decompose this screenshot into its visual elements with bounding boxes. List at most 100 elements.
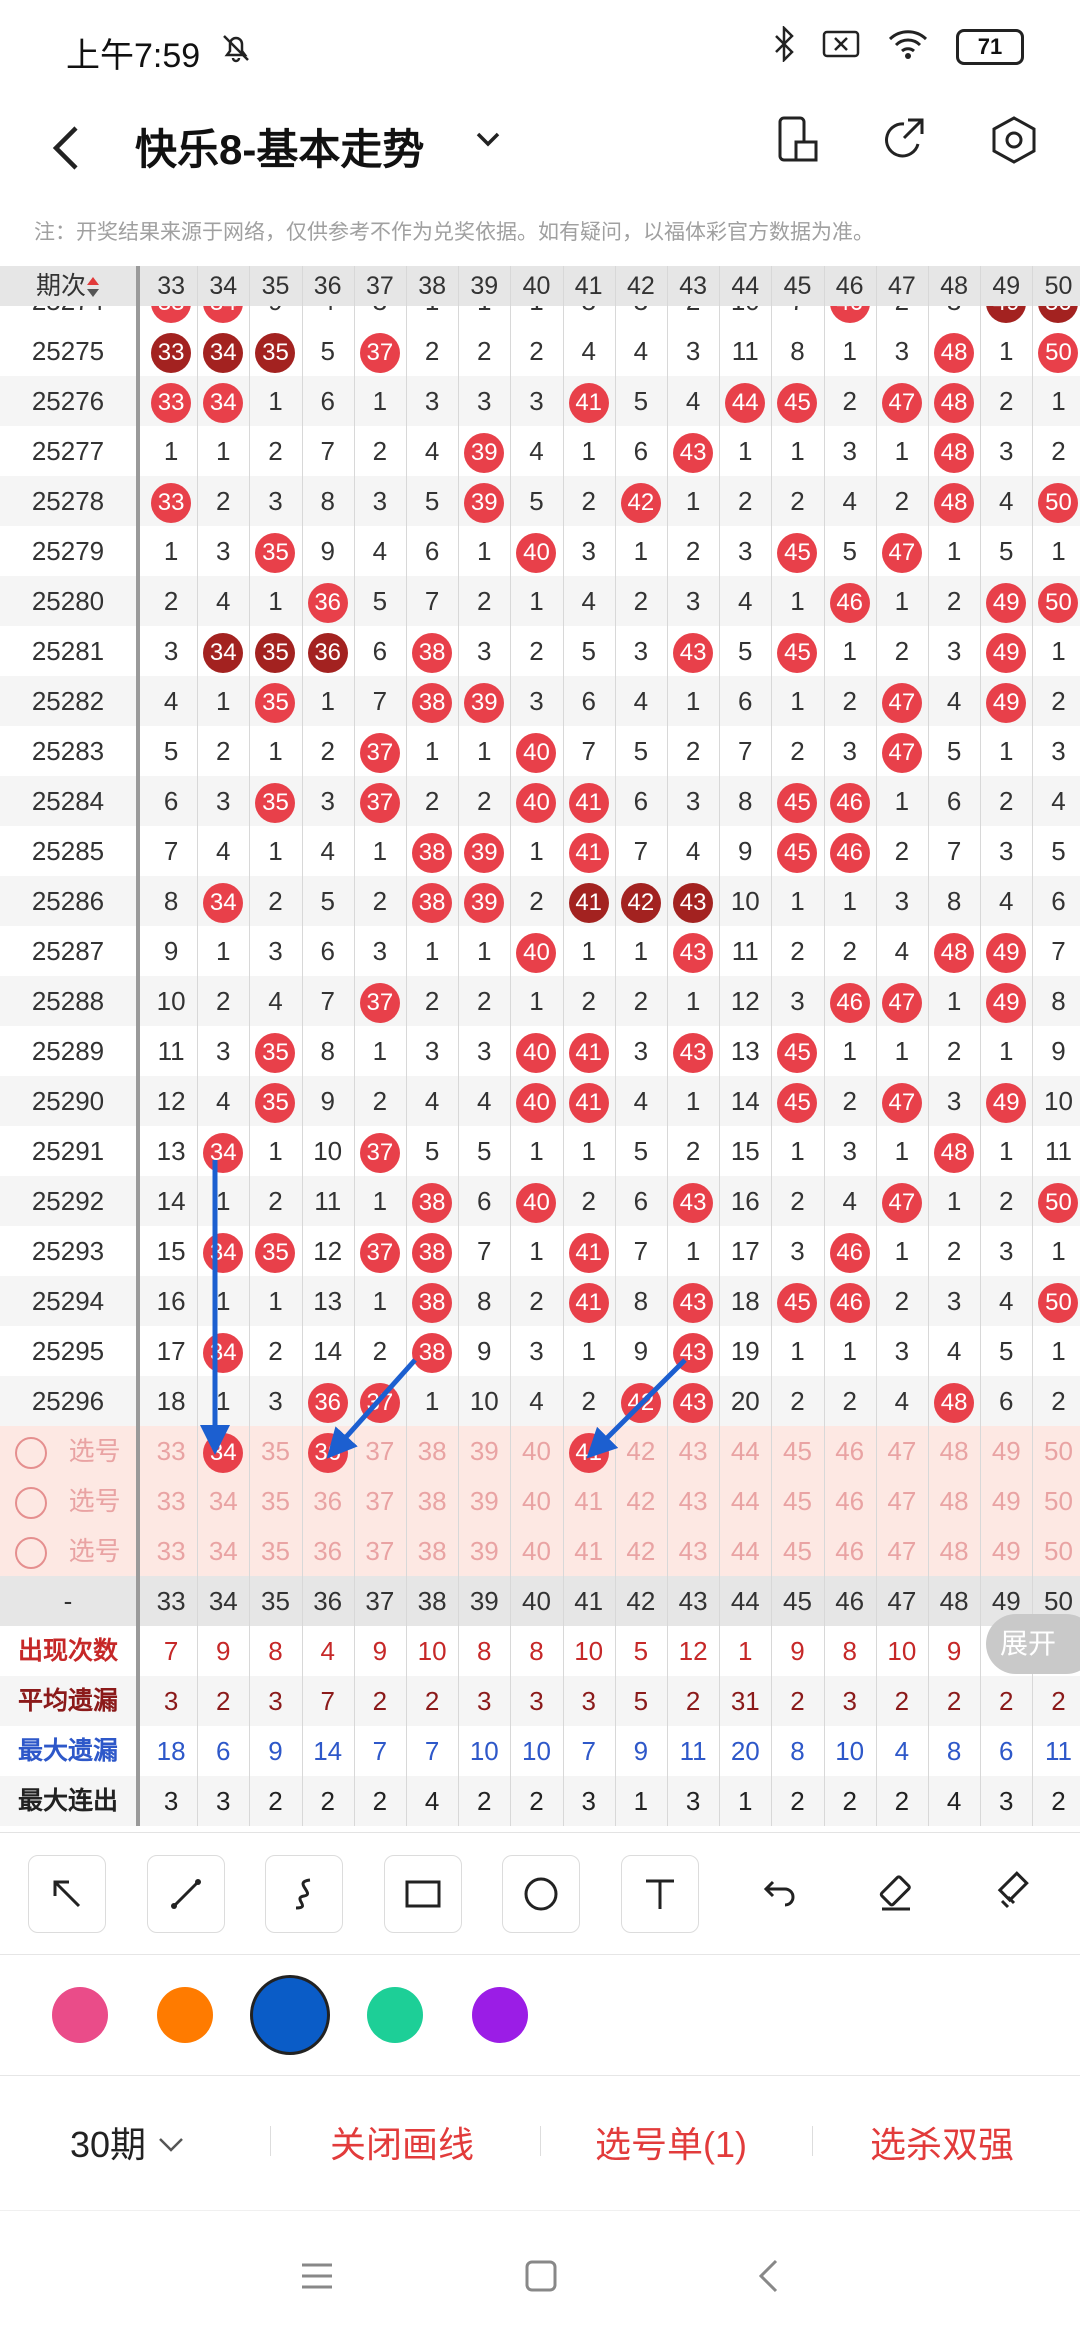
text-tool-button[interactable] xyxy=(620,1855,699,1933)
pick-number[interactable]: 41 xyxy=(563,1426,615,1476)
pick-number[interactable]: 49 xyxy=(980,1426,1032,1476)
eraser-tool-button[interactable] xyxy=(858,1855,934,1931)
period-header[interactable]: 期次 xyxy=(0,266,136,306)
pick-number[interactable]: 38 xyxy=(406,1426,458,1476)
pick-number[interactable]: 39 xyxy=(458,1476,510,1526)
pick-number[interactable]: 44 xyxy=(719,1426,771,1476)
pick-number[interactable]: 45 xyxy=(771,1526,823,1576)
color-swatch[interactable] xyxy=(367,1987,423,2043)
pick-number[interactable]: 36 xyxy=(302,1476,354,1526)
kill-strong-button[interactable]: 选杀双强 xyxy=(870,2116,1014,2168)
pick-number[interactable]: 48 xyxy=(928,1526,980,1576)
pick-row-label[interactable]: 选号 xyxy=(0,1426,136,1476)
pick-number[interactable]: 42 xyxy=(615,1476,667,1526)
pick-number-label: 43 xyxy=(678,1436,708,1466)
pick-number[interactable]: 44 xyxy=(719,1526,771,1576)
pick-number[interactable]: 41 xyxy=(563,1526,615,1576)
pick-row-label[interactable]: 选号 xyxy=(0,1476,136,1526)
pick-number[interactable]: 46 xyxy=(824,1426,876,1476)
pick-number[interactable]: 43 xyxy=(667,1526,719,1576)
radio-circle-icon[interactable] xyxy=(15,1487,48,1520)
pick-number[interactable]: 36 xyxy=(302,1426,354,1476)
pick-number[interactable]: 48 xyxy=(928,1426,980,1476)
pick-number[interactable]: 39 xyxy=(458,1426,510,1476)
color-swatch[interactable] xyxy=(157,1987,213,2043)
pick-number[interactable]: 36 xyxy=(302,1526,354,1576)
omission-value: 5 xyxy=(320,336,335,366)
pick-number[interactable]: 48 xyxy=(928,1476,980,1526)
number-cell: 41 xyxy=(563,1076,615,1126)
back-icon[interactable] xyxy=(46,118,86,183)
chevron-down-icon[interactable] xyxy=(470,122,506,163)
pick-number[interactable]: 45 xyxy=(771,1426,823,1476)
pick-number[interactable]: 34 xyxy=(197,1476,249,1526)
settings-hexagon-icon[interactable] xyxy=(990,114,1038,171)
pick-row-label[interactable]: 选号 xyxy=(0,1526,136,1576)
pick-number[interactable]: 37 xyxy=(354,1476,406,1526)
page-title[interactable]: 快乐8-基本走势 xyxy=(135,116,424,177)
pick-number[interactable]: 35 xyxy=(249,1426,301,1476)
rect-tool-button[interactable] xyxy=(383,1855,462,1933)
pick-number[interactable]: 41 xyxy=(563,1476,615,1526)
number-cell: 9 xyxy=(1032,1026,1080,1076)
undo-tool-button[interactable] xyxy=(739,1855,815,1931)
pick-number[interactable]: 49 xyxy=(980,1526,1032,1576)
period-select[interactable]: 30期 xyxy=(70,2116,186,2168)
pick-number[interactable]: 46 xyxy=(824,1476,876,1526)
pick-number[interactable]: 34 xyxy=(197,1526,249,1576)
pick-number[interactable]: 40 xyxy=(510,1526,562,1576)
pick-number[interactable]: 47 xyxy=(876,1426,928,1476)
period-header-label: 期次 xyxy=(35,272,86,300)
color-swatch[interactable] xyxy=(253,1978,327,2052)
pick-number[interactable]: 49 xyxy=(980,1476,1032,1526)
pick-number[interactable]: 47 xyxy=(876,1476,928,1526)
pick-number[interactable]: 50 xyxy=(1032,1476,1080,1526)
color-swatch[interactable] xyxy=(52,1987,108,2043)
pick-number[interactable]: 42 xyxy=(615,1526,667,1576)
selected-number-ball[interactable]: 36 xyxy=(307,1433,348,1473)
menu-icon[interactable] xyxy=(300,2261,334,2296)
curve-tool-button[interactable] xyxy=(265,1855,343,1933)
close-draw-button[interactable]: 关闭画线 xyxy=(330,2116,474,2168)
share-icon[interactable] xyxy=(878,114,930,171)
pick-number[interactable]: 40 xyxy=(510,1476,562,1526)
expand-button[interactable]: 展开 xyxy=(986,1614,1080,1674)
circle-tool-button[interactable] xyxy=(502,1855,580,1933)
pick-number[interactable]: 33 xyxy=(145,1426,197,1476)
pick-number[interactable]: 38 xyxy=(406,1526,458,1576)
pick-number[interactable]: 39 xyxy=(458,1526,510,1576)
arrow-tool-button[interactable] xyxy=(28,1855,106,1933)
pick-number[interactable]: 35 xyxy=(249,1476,301,1526)
pick-number[interactable]: 40 xyxy=(510,1426,562,1476)
home-icon[interactable] xyxy=(524,2259,558,2298)
number-cell: 33 xyxy=(145,326,197,376)
phone-layout-icon[interactable] xyxy=(774,114,822,171)
pick-number[interactable]: 46 xyxy=(824,1526,876,1576)
clear-tool-button[interactable] xyxy=(976,1855,1052,1931)
pick-number[interactable]: 37 xyxy=(354,1426,406,1476)
line-tool-button[interactable] xyxy=(146,1855,225,1933)
number-cell: 3 xyxy=(980,426,1032,476)
pick-number[interactable]: 37 xyxy=(354,1526,406,1576)
selected-number-ball[interactable]: 41 xyxy=(568,1433,609,1473)
pick-number[interactable]: 34 xyxy=(197,1426,249,1476)
pick-number[interactable]: 43 xyxy=(667,1426,719,1476)
pick-number[interactable]: 33 xyxy=(145,1526,197,1576)
nav-back-icon[interactable] xyxy=(756,2257,780,2300)
number-cell: 1 xyxy=(1032,1226,1080,1276)
pick-number[interactable]: 44 xyxy=(719,1476,771,1526)
color-swatch[interactable] xyxy=(472,1987,528,2043)
pick-number[interactable]: 33 xyxy=(145,1476,197,1526)
pick-number[interactable]: 50 xyxy=(1032,1426,1080,1476)
pick-number[interactable]: 38 xyxy=(406,1476,458,1526)
radio-circle-icon[interactable] xyxy=(15,1537,48,1570)
pick-number[interactable]: 35 xyxy=(249,1526,301,1576)
pick-number[interactable]: 47 xyxy=(876,1526,928,1576)
pick-number[interactable]: 45 xyxy=(771,1476,823,1526)
pick-number[interactable]: 50 xyxy=(1032,1526,1080,1576)
pick-number[interactable]: 43 xyxy=(667,1476,719,1526)
pick-list-button[interactable]: 选号单(1) xyxy=(595,2116,747,2168)
selected-number-ball[interactable]: 34 xyxy=(203,1433,244,1473)
pick-number[interactable]: 42 xyxy=(615,1426,667,1476)
radio-circle-icon[interactable] xyxy=(15,1437,48,1470)
